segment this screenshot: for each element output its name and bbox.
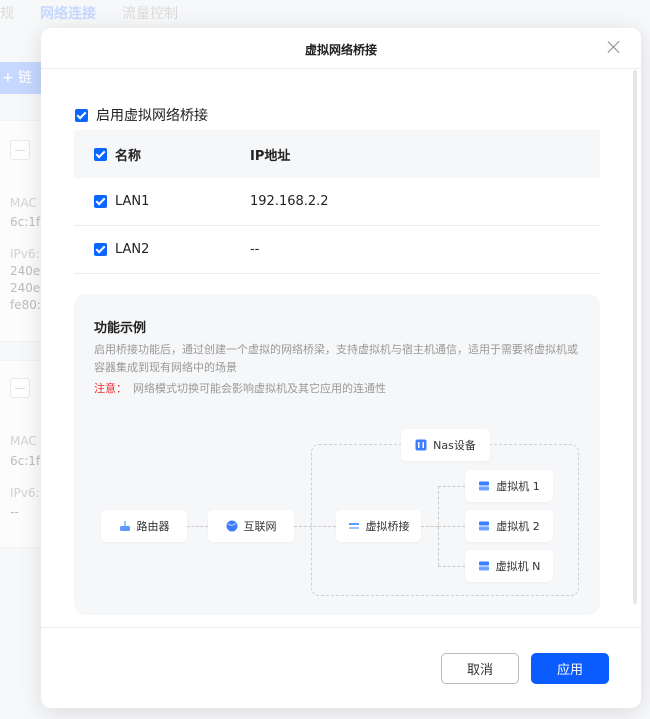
row-checkbox-lan1[interactable]	[94, 195, 107, 208]
server-icon	[478, 561, 489, 571]
bridge-dialog: 虚拟网络桥接 启用虚拟网络桥接 名称 IP地址 LAN1 192.168.2.2…	[41, 28, 641, 708]
node-label: 虚拟机 2	[496, 520, 540, 533]
warning-label: 注意：	[94, 382, 127, 395]
connector-line	[187, 526, 208, 527]
node-label: 虚拟机 N	[495, 560, 541, 573]
dialog-header: 虚拟网络桥接	[41, 28, 641, 69]
connector-line	[294, 526, 336, 527]
row-name: LAN1	[115, 194, 150, 209]
close-icon[interactable]	[607, 40, 621, 54]
cancel-button[interactable]: 取消	[441, 653, 519, 684]
header-name: 名称	[115, 148, 142, 164]
server-icon	[479, 481, 490, 491]
table-row: LAN2 --	[74, 226, 600, 274]
bridge-icon	[348, 523, 359, 529]
row-ip: --	[250, 242, 260, 257]
header-ip: IP地址	[250, 148, 291, 164]
node-label: 虚拟桥接	[365, 520, 410, 533]
row-ip: 192.168.2.2	[250, 194, 329, 209]
globe-icon	[226, 520, 237, 532]
node-label: Nas设备	[433, 439, 476, 452]
diagram-node-vm1: 虚拟机 1	[465, 470, 553, 502]
node-label: 路由器	[136, 520, 170, 533]
select-all-checkbox[interactable]	[94, 147, 107, 161]
dialog-footer: 取消 应用	[41, 627, 641, 708]
nas-icon	[415, 439, 427, 451]
connector-line	[438, 486, 465, 487]
apply-button[interactable]: 应用	[531, 653, 609, 684]
dialog-title: 虚拟网络桥接	[304, 43, 377, 57]
interface-table: 名称 IP地址 LAN1 192.168.2.2 LAN2 --	[74, 130, 600, 274]
connector-line	[438, 526, 465, 527]
node-label: 虚拟机 1	[496, 480, 540, 493]
diagram-node-internet: 互联网	[208, 510, 294, 542]
enable-bridge-label: 启用虚拟网络桥接	[96, 108, 208, 124]
scrollbar[interactable]	[633, 70, 637, 604]
diagram-node-vmn: 虚拟机 N	[465, 550, 553, 582]
diagram-node-router: 路由器	[101, 510, 187, 542]
diagram-node-bridge: 虚拟桥接	[336, 510, 421, 542]
enable-bridge-checkbox[interactable]	[75, 108, 88, 122]
connector-line	[438, 566, 465, 567]
warning-text: 网络模式切换可能会影响虚拟机及其它应用的连通性	[133, 382, 386, 395]
row-name: LAN2	[115, 242, 150, 257]
connector-line	[421, 526, 438, 527]
router-icon	[119, 521, 130, 531]
feature-example-panel: 功能示例 启用桥接功能后，通过创建一个虚拟的网络桥梁，支持虚拟机与宿主机通信，适…	[74, 294, 600, 615]
example-description: 启用桥接功能后，通过创建一个虚拟的网络桥梁，支持虚拟机与宿主机通信，适用于需要将…	[94, 343, 578, 374]
node-label: 互联网	[243, 520, 277, 533]
table-header: 名称 IP地址	[74, 130, 600, 178]
diagram-node-vm2: 虚拟机 2	[465, 510, 553, 542]
table-row: LAN1 192.168.2.2	[74, 178, 600, 226]
diagram-node-nas: Nas设备	[401, 429, 490, 461]
enable-bridge-checkbox-row[interactable]: 启用虚拟网络桥接	[75, 105, 208, 125]
example-title: 功能示例	[94, 321, 147, 336]
server-icon	[479, 521, 490, 531]
row-checkbox-lan2[interactable]	[94, 243, 107, 256]
example-warning: 注意： 网络模式切换可能会影响虚拟机及其它应用的连通性	[94, 381, 386, 397]
